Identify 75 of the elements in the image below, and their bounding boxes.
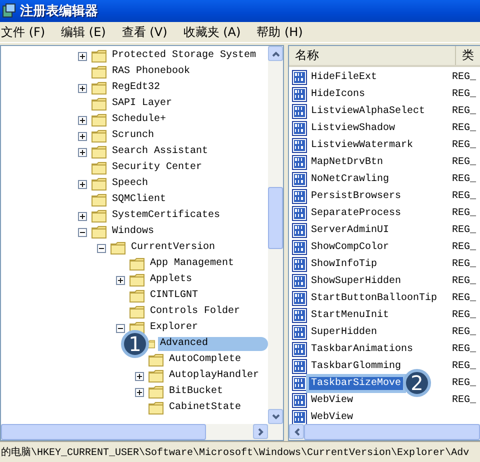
tree-item[interactable]: Schedule+ xyxy=(110,113,168,127)
column-header[interactable]: 类 xyxy=(456,46,474,65)
value-name[interactable]: TaskbarSizeMove xyxy=(309,377,404,390)
tree-item[interactable]: RAS Phonebook xyxy=(110,65,192,79)
value-name[interactable]: PersistBrowsers xyxy=(309,190,404,203)
value-type: REG_ xyxy=(452,395,476,406)
value-name[interactable]: ShowSuperHidden xyxy=(309,275,404,288)
column-header[interactable]: 名称 xyxy=(289,46,456,65)
value-type: REG_ xyxy=(452,140,476,151)
value-name[interactable]: WebView xyxy=(309,394,356,407)
value-type: REG_ xyxy=(452,208,476,219)
tree-item[interactable]: Scrunch xyxy=(110,129,156,143)
value-type: REG_ xyxy=(452,344,476,355)
tree-item[interactable]: AutoComplete xyxy=(167,353,244,367)
value-type: REG_ xyxy=(452,174,476,185)
menu-item[interactable]: 查看 (V) xyxy=(120,24,168,40)
value-type: REG_ xyxy=(452,191,476,202)
value-name[interactable]: HideIcons xyxy=(309,88,368,101)
value-name[interactable]: StartButtonBalloonTip xyxy=(309,292,440,305)
value-type: REG_ xyxy=(452,123,476,134)
tree-item[interactable]: Controls Folder xyxy=(148,305,242,319)
tree-item[interactable]: App Management xyxy=(148,257,236,271)
value-type: REG_ xyxy=(452,157,476,168)
menu-item[interactable]: 文件 (F) xyxy=(0,24,46,40)
tree-item[interactable]: Applets xyxy=(148,273,194,287)
tree-item[interactable]: Explorer xyxy=(148,321,200,335)
value-type: REG_ xyxy=(452,242,476,253)
value-type: REG_ xyxy=(452,225,476,236)
value-name[interactable]: ListviewWatermark xyxy=(309,139,416,152)
menu-item[interactable]: 编辑 (E) xyxy=(60,24,107,40)
value-name[interactable]: WebView xyxy=(309,411,356,424)
value-name[interactable]: ShowCompColor xyxy=(309,241,392,254)
tree-item[interactable]: SAPI Layer xyxy=(110,97,174,111)
window-title: 注册表编辑器 xyxy=(20,2,98,20)
value-name[interactable]: ListviewShadow xyxy=(309,122,398,135)
tree-item[interactable]: CurrentVersion xyxy=(129,241,218,255)
value-type: REG_ xyxy=(452,72,476,83)
value-name[interactable]: ShowInfoTip xyxy=(309,258,380,271)
value-name[interactable]: TaskbarGlomming xyxy=(309,360,404,373)
value-name[interactable]: SuperHidden xyxy=(309,326,380,339)
callout-badge: 2 xyxy=(403,369,431,397)
value-name[interactable]: HideFileExt xyxy=(309,71,380,84)
value-type: REG_ xyxy=(452,378,476,389)
value-name[interactable]: ServerAdminUI xyxy=(309,224,392,237)
value-type: REG_ xyxy=(452,259,476,270)
callout-badge: 1 xyxy=(121,330,149,358)
value-type: REG_ xyxy=(452,310,476,321)
tree-item[interactable]: SystemCertificates xyxy=(110,209,222,223)
status-path: 的电脑\HKEY_CURRENT_USER\Software\Microsoft\Windows\CurrentVersion\Explorer\Adv xyxy=(1,446,470,459)
value-name[interactable]: MapNetDrvBtn xyxy=(309,156,386,169)
value-type: REG_ xyxy=(452,89,476,100)
tree-item[interactable]: Windows xyxy=(110,225,156,239)
menu-item[interactable]: 收藏夹 (A) xyxy=(182,24,242,40)
tree-item[interactable]: Protected Storage System xyxy=(110,49,258,63)
value-type: REG_ xyxy=(452,293,476,304)
tree-item[interactable]: Search Assistant xyxy=(110,145,210,159)
menu-item[interactable]: 帮助 (H) xyxy=(256,24,304,40)
value-type: REG_ xyxy=(452,106,476,117)
tree-item[interactable]: AutoplayHandler xyxy=(167,369,262,383)
value-type: REG_ xyxy=(452,361,476,372)
tree-item[interactable]: CabinetState xyxy=(167,401,244,415)
tree-item[interactable]: SQMClient xyxy=(110,193,168,207)
tree-item[interactable]: RegEdt32 xyxy=(110,81,162,95)
value-name[interactable]: NoNetCrawling xyxy=(309,173,392,186)
tree-item[interactable]: Security Center xyxy=(110,161,204,175)
tree-item[interactable]: CINTLGNT xyxy=(148,289,200,303)
tree-item[interactable]: Advanced xyxy=(158,337,268,351)
value-name[interactable]: SeparateProcess xyxy=(309,207,404,220)
value-name[interactable]: TaskbarAnimations xyxy=(309,343,416,356)
value-type: REG_ xyxy=(452,276,476,287)
value-type: REG_ xyxy=(452,327,476,338)
tree-item[interactable]: BitBucket xyxy=(167,385,226,399)
value-name[interactable]: ListviewAlphaSelect xyxy=(309,105,428,118)
tree-item[interactable]: Speech xyxy=(110,177,150,191)
value-name[interactable]: StartMenuInit xyxy=(309,309,392,322)
